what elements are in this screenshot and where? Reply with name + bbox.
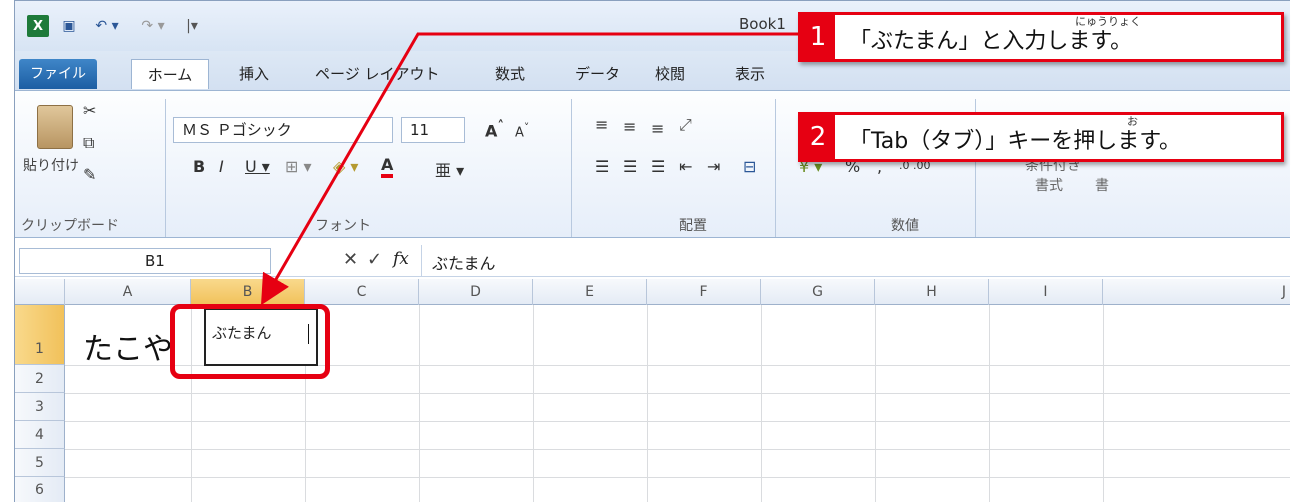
tab-view[interactable]: 表示	[725, 59, 775, 89]
tab-page-layout[interactable]: ページ レイアウト	[305, 59, 449, 89]
grid-line	[761, 305, 762, 502]
orientation-icon[interactable]: ⤢	[679, 115, 692, 135]
paste-icon[interactable]	[37, 105, 73, 149]
row-header-3[interactable]: 3	[15, 393, 65, 421]
separator	[421, 245, 422, 276]
column-headers: A B C D E F G H I J	[15, 279, 1290, 305]
cancel-entry-icon[interactable]: ✕	[343, 249, 358, 270]
callout-step-1: 1 にゅうりょく 「ぶたまん」と入力します。	[798, 12, 1284, 62]
column-header-b[interactable]: B	[191, 279, 305, 305]
row-header-1[interactable]: 1	[15, 305, 65, 365]
paste-button-label[interactable]: 貼り付け	[23, 155, 79, 175]
row-header-2[interactable]: 2	[15, 365, 65, 393]
increase-indent-icon[interactable]: ⇥	[707, 157, 720, 176]
phonetic-icon[interactable]: 亜 ▾	[435, 157, 464, 181]
window-title: Book1	[739, 15, 786, 33]
grid-line	[875, 305, 876, 502]
step-number-1: 1	[801, 15, 835, 59]
decrease-indent-icon[interactable]: ⇤	[679, 157, 692, 176]
select-all-corner[interactable]	[15, 279, 65, 305]
align-center-icon[interactable]: ☰	[623, 157, 637, 176]
column-header-f[interactable]: F	[647, 279, 761, 305]
fill-color-icon[interactable]: ◈ ▾	[333, 157, 358, 176]
step-number-2: 2	[801, 115, 835, 159]
grow-font-icon[interactable]: A˄	[485, 119, 504, 140]
grid-line	[65, 421, 1290, 422]
cut-icon[interactable]: ✂	[83, 101, 96, 120]
align-top-icon[interactable]: ≡	[595, 115, 608, 134]
confirm-entry-icon[interactable]: ✓	[367, 249, 382, 270]
separator	[775, 99, 776, 237]
callout-text-2: 「Tab（タブ）」キーを押します。	[849, 129, 1182, 154]
grid-line	[65, 449, 1290, 450]
save-icon[interactable]: ▣	[59, 15, 79, 37]
align-right-icon[interactable]: ☰	[651, 157, 665, 176]
clipboard-group-label: クリップボード	[21, 218, 119, 234]
customize-toolbar-button[interactable]: |▾	[177, 15, 207, 37]
column-header-h[interactable]: H	[875, 279, 989, 305]
grid-line	[419, 305, 420, 502]
align-left-icon[interactable]: ☰	[595, 157, 609, 176]
column-header-i[interactable]: I	[989, 279, 1103, 305]
format-painter-icon[interactable]: ✎	[83, 165, 96, 184]
grid-line	[65, 393, 1290, 394]
name-box[interactable]: B1	[19, 248, 271, 274]
font-name-dropdown[interactable]: ＭＳ Ｐゴシック	[173, 117, 393, 143]
font-group-label: フォント	[315, 218, 371, 234]
number-group-label: 数値	[891, 218, 919, 234]
row-header-6[interactable]: 6	[15, 477, 65, 502]
highlight-b1-frame	[170, 304, 330, 379]
separator	[571, 99, 572, 237]
formula-input[interactable]: ぶたまん	[432, 250, 496, 274]
border-icon[interactable]: ⊞ ▾	[285, 157, 312, 176]
align-bottom-icon[interactable]: ≡	[651, 119, 664, 138]
excel-icon[interactable]: X	[27, 15, 49, 37]
underline-icon[interactable]: U ▾	[245, 157, 270, 176]
row-header-5[interactable]: 5	[15, 449, 65, 477]
callout-step-2: 2 お 「Tab（タブ）」キーを押します。	[798, 112, 1284, 162]
tab-data[interactable]: データ	[565, 59, 630, 89]
alignment-group-label: 配置	[679, 218, 707, 234]
column-header-d[interactable]: D	[419, 279, 533, 305]
grid-line	[1103, 305, 1104, 502]
row-headers: 1 2 3 4 5 6	[15, 305, 65, 502]
tab-insert[interactable]: 挿入	[229, 59, 279, 89]
tab-home[interactable]: ホーム	[131, 59, 209, 89]
insert-function-icon[interactable]: fx	[393, 249, 409, 269]
conditional-format-sublabel[interactable]: 書式	[1035, 175, 1063, 195]
font-size-dropdown[interactable]: 11	[401, 117, 465, 143]
italic-icon[interactable]: I	[219, 157, 224, 176]
grid-line	[65, 477, 1290, 478]
grid-line	[533, 305, 534, 502]
redo-button[interactable]: ↷ ▾	[133, 15, 173, 37]
excel-window: X ▣ ↶ ▾ ↷ ▾ |▾ Book1 ファイル ホーム 挿入 ページ レイア…	[14, 0, 1290, 502]
grid-line	[647, 305, 648, 502]
font-color-icon[interactable]: A	[381, 155, 394, 178]
column-header-g[interactable]: G	[761, 279, 875, 305]
shrink-font-icon[interactable]: A˅	[515, 121, 529, 140]
merge-center-icon[interactable]: ⊟	[743, 157, 756, 176]
undo-button[interactable]: ↶ ▾	[87, 15, 127, 37]
column-header-a[interactable]: A	[65, 279, 191, 305]
column-header-c[interactable]: C	[305, 279, 419, 305]
align-middle-icon[interactable]: ≡	[623, 117, 636, 136]
tab-review[interactable]: 校閲	[645, 59, 695, 89]
formula-bar: B1 ✕ ✓ fx ぶたまん	[15, 245, 1290, 277]
column-header-j[interactable]: J	[1103, 279, 1290, 305]
callout-text-1: 「ぶたまん」と入力します。	[849, 29, 1133, 54]
row-header-4[interactable]: 4	[15, 421, 65, 449]
tab-formulas[interactable]: 数式	[485, 59, 535, 89]
tab-file[interactable]: ファイル	[19, 59, 97, 89]
cell-a1[interactable]: たこや	[83, 324, 173, 368]
grid-line	[989, 305, 990, 502]
cell-styles-label[interactable]: 書	[1095, 175, 1109, 195]
column-header-e[interactable]: E	[533, 279, 647, 305]
bold-icon[interactable]: B	[193, 157, 205, 176]
copy-icon[interactable]: ⧉	[83, 133, 94, 153]
separator	[165, 99, 166, 237]
